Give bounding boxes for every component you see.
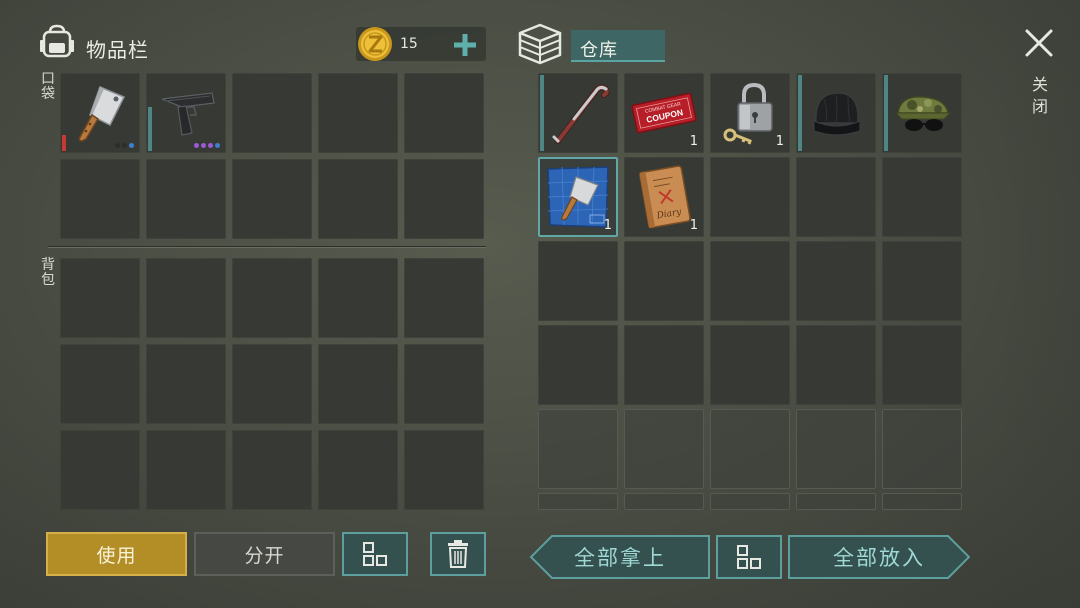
- warehouse-slot-locked: [710, 409, 790, 489]
- item-quantity: 1: [689, 134, 698, 149]
- warehouse-slot-5[interactable]: [882, 73, 962, 153]
- split-button[interactable]: 分开: [194, 532, 335, 576]
- coin-icon: [358, 27, 392, 61]
- backpack-slot-14[interactable]: [318, 430, 398, 510]
- pocket-label: 口袋: [41, 71, 55, 102]
- backpack-slot-6[interactable]: [60, 344, 140, 424]
- warehouse-slot-locked: [882, 493, 962, 510]
- warehouse-slot-locked: [796, 493, 876, 510]
- item-quantity: 1: [689, 218, 698, 233]
- warehouse-slot-locked: [538, 493, 618, 510]
- warehouse-slot-17[interactable]: [624, 325, 704, 405]
- backpack-slot-5[interactable]: [404, 258, 484, 338]
- warehouse-slot-8[interactable]: [710, 157, 790, 237]
- warehouse-slot-locked: [710, 493, 790, 510]
- warehouse-slot-2[interactable]: COMBAT GEAR COUPON 1: [624, 73, 704, 153]
- crowbar-icon: [552, 84, 610, 144]
- close-label[interactable]: 关闭: [1030, 74, 1050, 118]
- blueprint-cleaver-icon: [547, 166, 609, 228]
- cleaver-icon: [78, 86, 126, 142]
- sort-grid-icon: [363, 542, 387, 566]
- warehouse-slot-locked: [624, 493, 704, 510]
- backpack-slot-8[interactable]: [232, 344, 312, 424]
- warehouse-slot-3[interactable]: 1: [710, 73, 790, 153]
- warehouse-title: 仓库: [580, 40, 618, 61]
- sort-inventory-button[interactable]: [342, 532, 408, 576]
- backpack-slot-9[interactable]: [318, 344, 398, 424]
- pocket-slot-8[interactable]: [232, 159, 312, 239]
- backpack-icon: [40, 24, 74, 58]
- pocket-slot-5[interactable]: [404, 73, 484, 153]
- warehouse-slot-15[interactable]: [882, 241, 962, 321]
- take-all-button[interactable]: 全部拿上: [530, 535, 710, 579]
- sort-warehouse-button[interactable]: [716, 535, 782, 579]
- warehouse-slot-19[interactable]: [796, 325, 876, 405]
- quality-dots: [115, 143, 134, 148]
- put-all-label: 全部放入: [833, 546, 925, 570]
- warehouse-slot-1[interactable]: [538, 73, 618, 153]
- warehouse-slot-16[interactable]: [538, 325, 618, 405]
- coin-count: 15: [400, 36, 418, 52]
- quality-dots: [194, 143, 220, 148]
- warehouse-slot-locked: [882, 409, 962, 489]
- padlock-icon: [723, 82, 773, 145]
- pocket-slot-6[interactable]: [60, 159, 140, 239]
- backpack-label: 背包: [41, 257, 55, 288]
- sort-grid-icon: [737, 545, 761, 569]
- close-icon[interactable]: [1022, 26, 1056, 60]
- warehouse-slot-10[interactable]: [882, 157, 962, 237]
- warehouse-slot-13[interactable]: [710, 241, 790, 321]
- diary-icon: Diary: [639, 165, 691, 229]
- coupon-icon: COMBAT GEAR COUPON: [631, 92, 697, 134]
- warehouse-slot-14[interactable]: [796, 241, 876, 321]
- use-button[interactable]: 使用: [46, 532, 187, 576]
- backpack-slot-15[interactable]: [404, 430, 484, 510]
- pocket-slot-9[interactable]: [318, 159, 398, 239]
- backpack-slot-11[interactable]: [60, 430, 140, 510]
- camo-cap-icon: [894, 96, 952, 131]
- warehouse-slot-12[interactable]: [624, 241, 704, 321]
- add-coins-button[interactable]: [448, 29, 482, 61]
- warehouse-slot-20[interactable]: [882, 325, 962, 405]
- warehouse-slot-7[interactable]: Diary 1: [624, 157, 704, 237]
- pocket-slot-7[interactable]: [146, 159, 226, 239]
- backpack-slot-13[interactable]: [232, 430, 312, 510]
- warehouse-slot-locked: [538, 409, 618, 489]
- backpack-slot-10[interactable]: [404, 344, 484, 424]
- item-quantity: 1: [775, 134, 784, 149]
- delete-button[interactable]: [430, 532, 486, 576]
- pocket-slot-4[interactable]: [318, 73, 398, 153]
- warehouse-slot-6[interactable]: 1: [538, 157, 618, 237]
- pocket-slot-2[interactable]: [146, 73, 226, 153]
- backpack-slot-12[interactable]: [146, 430, 226, 510]
- pocket-slot-10[interactable]: [404, 159, 484, 239]
- backpack-slot-4[interactable]: [318, 258, 398, 338]
- warehouse-slot-9[interactable]: [796, 157, 876, 237]
- backpack-slot-3[interactable]: [232, 258, 312, 338]
- put-all-button[interactable]: 全部放入: [788, 535, 970, 579]
- trash-icon: [448, 540, 468, 568]
- backpack-slot-2[interactable]: [146, 258, 226, 338]
- backpack-slot-1[interactable]: [60, 258, 140, 338]
- pistol-icon: [161, 92, 215, 136]
- warehouse-slot-locked: [796, 409, 876, 489]
- item-quantity: 1: [603, 218, 612, 233]
- pocket-slot-3[interactable]: [232, 73, 312, 153]
- backpack-slot-7[interactable]: [146, 344, 226, 424]
- warehouse-slot-11[interactable]: [538, 241, 618, 321]
- warehouse-slot-locked: [624, 409, 704, 489]
- warehouse-slot-18[interactable]: [710, 325, 790, 405]
- pocket-slot-1[interactable]: [60, 73, 140, 153]
- warehouse-slot-4[interactable]: [796, 73, 876, 153]
- inventory-title: 物品栏: [86, 38, 149, 62]
- section-divider: [48, 246, 486, 248]
- warehouse-icon: [518, 23, 562, 65]
- take-all-label: 全部拿上: [574, 546, 666, 570]
- beanie-icon: [813, 92, 861, 136]
